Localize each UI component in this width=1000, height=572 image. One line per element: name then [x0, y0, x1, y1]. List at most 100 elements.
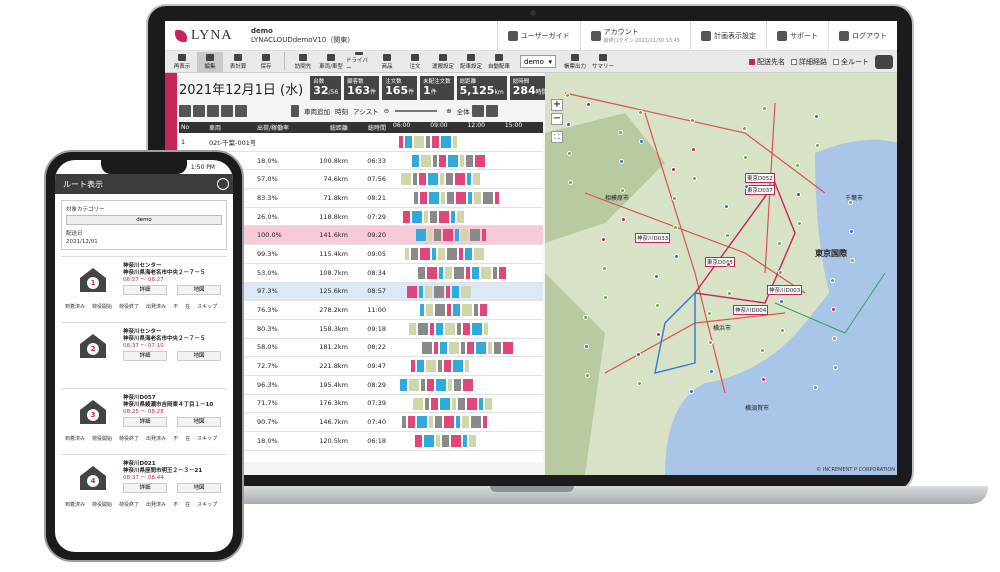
map-pin-icon[interactable] — [742, 126, 747, 131]
lock-icon[interactable] — [291, 105, 299, 117]
col-vehicle[interactable]: 車両 — [207, 123, 255, 132]
gantt-bar[interactable] — [453, 360, 463, 373]
toolbar-button[interactable]: 保存 — [253, 52, 279, 72]
gantt-bar[interactable] — [457, 210, 464, 223]
zoom-in-icon[interactable]: ⊕ — [446, 107, 451, 115]
gantt-bar[interactable] — [405, 136, 412, 148]
gantt-bar[interactable] — [468, 192, 472, 205]
gantt-bar[interactable] — [447, 304, 451, 317]
toolbar-button[interactable]: 配車設定 — [458, 52, 484, 72]
gantt-bar[interactable] — [438, 248, 445, 261]
gantt-bar[interactable] — [421, 378, 425, 391]
gantt-bar[interactable] — [399, 136, 403, 148]
gantt-bar[interactable] — [405, 248, 409, 261]
map-pin-icon[interactable] — [567, 151, 572, 156]
gantt-bar[interactable] — [469, 435, 476, 447]
gantt-bar[interactable] — [428, 229, 432, 242]
toolbar-button[interactable]: 自動配車 — [486, 52, 512, 72]
table-row[interactable]: 1 02t-千葉-001号車 — [179, 133, 543, 152]
gantt-bar[interactable] — [485, 397, 492, 410]
map-pin-icon[interactable] — [639, 139, 644, 144]
gantt-bar[interactable] — [428, 173, 438, 186]
gantt-bar[interactable] — [471, 416, 481, 429]
map-pin-icon[interactable] — [637, 381, 642, 386]
gantt-bar[interactable] — [467, 397, 477, 410]
map-pin-icon[interactable] — [655, 303, 660, 308]
step-button[interactable]: 到着済み — [65, 303, 85, 310]
toolbar-button[interactable]: 車両/車型 — [318, 52, 344, 72]
step-button[interactable]: 不 — [173, 303, 178, 310]
view-button[interactable]: 帳票出力 — [562, 52, 588, 72]
map-pin-icon[interactable] — [691, 147, 696, 152]
gantt-bar[interactable] — [408, 416, 415, 429]
map-pin-icon[interactable] — [566, 122, 571, 127]
map-pin-icon[interactable] — [673, 225, 678, 230]
gantt-bar[interactable] — [470, 229, 480, 242]
gantt-bar[interactable] — [445, 322, 455, 335]
gantt-bar[interactable] — [484, 322, 488, 335]
map-button[interactable]: 地図 — [177, 351, 221, 361]
map-pin-icon[interactable] — [671, 167, 676, 172]
gantt-bar[interactable] — [465, 248, 472, 261]
map-pin-icon[interactable] — [586, 102, 591, 107]
stack-icon[interactable] — [221, 105, 233, 117]
gantt-bar[interactable] — [465, 360, 469, 373]
map-pin-icon[interactable] — [796, 192, 801, 197]
gantt-bar[interactable] — [433, 154, 437, 167]
map-pin-icon[interactable] — [743, 155, 748, 160]
map-tag[interactable]: 神奈川D033 — [635, 233, 671, 243]
gantt-bar[interactable] — [448, 154, 458, 167]
step-button[interactable]: 出発済み — [146, 303, 166, 310]
col-no[interactable]: No — [179, 124, 207, 131]
gantt-bar[interactable] — [413, 173, 417, 186]
gantt-bar[interactable] — [418, 266, 425, 279]
gantt-bar[interactable] — [441, 192, 445, 205]
map-pin-icon[interactable] — [709, 369, 714, 374]
gantt-bar[interactable] — [461, 285, 471, 298]
gantt-bar[interactable] — [482, 229, 486, 242]
all-toggle[interactable]: 全体 — [457, 106, 470, 116]
map-pin-icon[interactable] — [779, 299, 784, 304]
plan-date[interactable]: 2021年12月1日 (水) — [179, 79, 307, 98]
map-option-checkbox[interactable]: 詳細経路 — [791, 57, 827, 67]
gantt-bar[interactable] — [453, 304, 460, 317]
gantt-bar[interactable] — [425, 285, 432, 298]
stop-card[interactable]: 2 神奈川センター 神奈川県海老名市中央２－７－５ 06:37 ～ 07:10 詳細 地図 — [61, 322, 227, 384]
step-button[interactable]: 不 — [173, 435, 178, 442]
header-button[interactable]: ユーザーガイド — [496, 21, 580, 50]
map-pin-icon[interactable] — [689, 389, 694, 394]
gantt-bar[interactable] — [435, 416, 442, 429]
gantt-bar[interactable] — [411, 248, 418, 261]
time-toggle[interactable]: 時刻 — [335, 106, 348, 116]
gantt-bar[interactable] — [441, 136, 451, 148]
map-pin-icon[interactable] — [744, 184, 749, 189]
map-button[interactable]: 地図 — [177, 417, 221, 427]
step-button[interactable]: 荷役終了 — [119, 435, 139, 442]
map-pin-icon[interactable] — [565, 93, 570, 98]
gantt-bar[interactable] — [448, 378, 452, 391]
gantt-bar[interactable] — [472, 322, 482, 335]
zoom-out-icon[interactable]: ⊖ — [384, 107, 389, 115]
step-button[interactable]: 出発済み — [146, 435, 166, 442]
gantt-bar[interactable] — [452, 285, 459, 298]
gantt-bar[interactable] — [452, 397, 456, 410]
gantt-bar[interactable] — [476, 341, 486, 354]
header-button[interactable]: 計画表示設定 — [690, 21, 766, 50]
gantt-bar[interactable] — [440, 341, 447, 354]
detail-button[interactable]: 詳細 — [123, 417, 167, 427]
gantt-bar[interactable] — [461, 229, 468, 242]
map-tag[interactable]: 東京D037 — [745, 185, 775, 195]
toolbar-button[interactable]: 再表示 — [169, 52, 195, 72]
map-pin-icon[interactable] — [848, 200, 853, 205]
gantt-bar[interactable] — [429, 192, 439, 205]
gantt-bar[interactable] — [474, 248, 484, 261]
map-pin-icon[interactable] — [692, 176, 697, 181]
map-tag[interactable]: 神奈川D003 — [767, 285, 803, 295]
map-pin-icon[interactable] — [707, 311, 712, 316]
gantt-bar[interactable] — [447, 248, 457, 261]
gantt-bar[interactable] — [435, 304, 445, 317]
map-pin-icon[interactable] — [621, 217, 626, 222]
map-pin-icon[interactable] — [620, 188, 625, 193]
wrench-icon[interactable] — [471, 105, 484, 117]
gantt-bar[interactable] — [451, 210, 455, 223]
